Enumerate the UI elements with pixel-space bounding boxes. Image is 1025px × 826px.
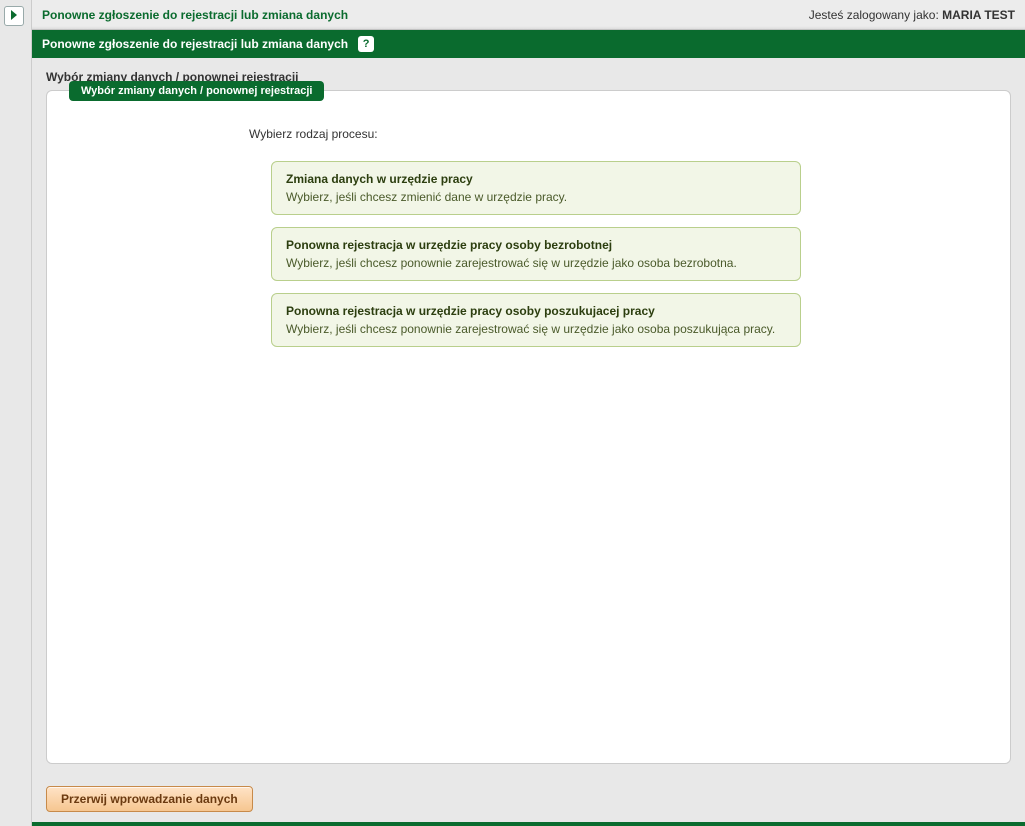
option-desc: Wybierz, jeśli chcesz ponownie zarejestr… [286,322,786,336]
login-prefix: Jesteś zalogowany jako: [809,8,942,22]
option-title: Zmiana danych w urzędzie pracy [286,172,786,186]
expand-sidebar-button[interactable] [4,6,24,26]
option-reregister-jobseeker[interactable]: Ponowna rejestracja w urzędzie pracy oso… [271,293,801,347]
option-title: Ponowna rejestracja w urzędzie pracy oso… [286,238,786,252]
content-wrap: Ponowne zgłoszenie do rejestracji lub zm… [32,30,1025,826]
option-desc: Wybierz, jeśli chcesz ponownie zarejestr… [286,256,786,270]
app-shell: Ponowne zgłoszenie do rejestracji lub zm… [0,0,1025,826]
page-title: Ponowne zgłoszenie do rejestracji lub zm… [42,37,348,51]
option-change-data[interactable]: Zmiana danych w urzędzie pracy Wybierz, … [271,161,801,215]
arrow-right-icon [9,10,19,23]
option-desc: Wybierz, jeśli chcesz zmienić dane w urz… [286,190,786,204]
breadcrumb: Ponowne zgłoszenie do rejestracji lub zm… [42,8,348,22]
panel-title: Wybór zmiany danych / ponownej rejestrac… [69,81,324,101]
option-reregister-unemployed[interactable]: Ponowna rejestracja w urzędzie pracy oso… [271,227,801,281]
cancel-button[interactable]: Przerwij wprowadzanie danych [46,786,253,812]
panel-area: Wybór zmiany danych / ponownej rejestrac… [32,90,1025,778]
option-title: Ponowna rejestracja w urzędzie pracy oso… [286,304,786,318]
login-user: MARIA TEST [942,8,1015,22]
topbar: Ponowne zgłoszenie do rejestracji lub zm… [32,0,1025,30]
left-rail [0,0,32,826]
page-title-bar: Ponowne zgłoszenie do rejestracji lub zm… [32,30,1025,58]
bottom-strip [32,822,1025,826]
process-options: Zmiana danych w urzędzie pracy Wybierz, … [271,161,801,347]
login-info: Jesteś zalogowany jako: MARIA TEST [809,8,1015,22]
footer-bar: Przerwij wprowadzanie danych [32,778,1025,822]
main-area: Ponowne zgłoszenie do rejestracji lub zm… [32,0,1025,826]
help-icon[interactable]: ? [358,36,374,52]
selection-panel: Wybór zmiany danych / ponownej rejestrac… [46,90,1011,764]
process-label: Wybierz rodzaj procesu: [249,127,986,141]
